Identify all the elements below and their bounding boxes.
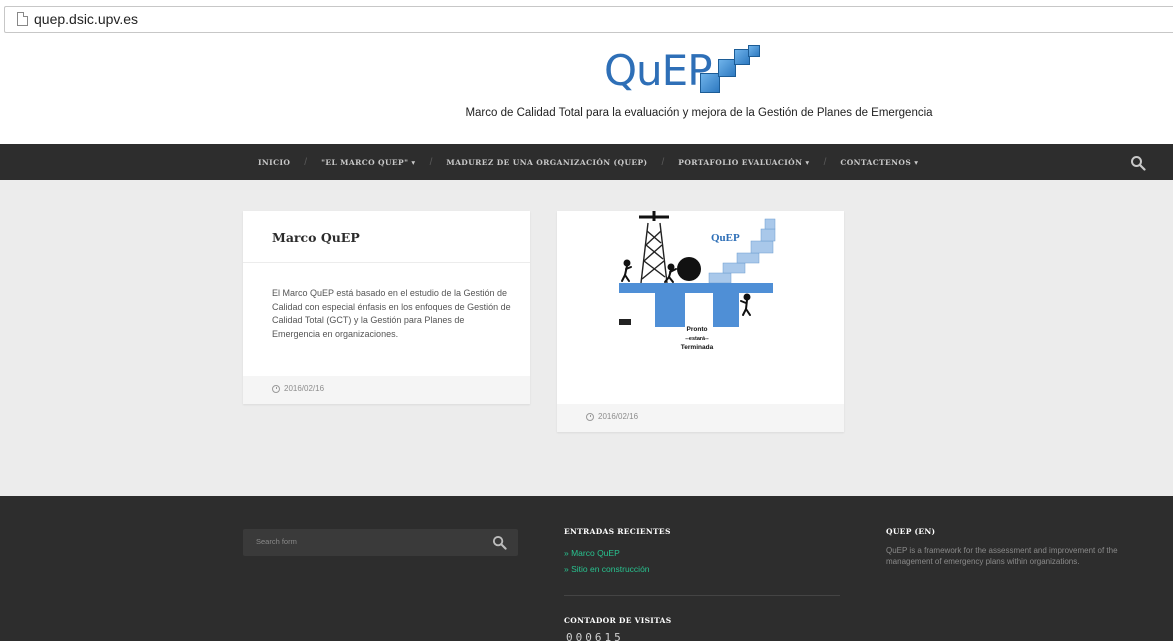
logo-text: QuEP [604,46,713,95]
illustration-logo-text: QuEP [711,232,740,244]
nav-item-inicio[interactable]: INICIO [258,158,290,167]
recent-posts-title: ENTRADAS RECIENTES [564,527,671,536]
nav-separator: / [661,156,665,168]
post-card: Marco QuEP El Marco QuEP está basado en … [243,211,530,404]
footer-search-input[interactable]: Search form [243,529,518,556]
post-featured-image[interactable]: QuEP Pronto --estará-- Terminada [615,211,785,371]
about-title: QUEP (EN) [886,527,936,536]
url-field[interactable]: quep.dsic.upv.es [4,6,1173,33]
card-footer: 2016/02/16 [557,404,844,432]
post-date-text: 2016/02/16 [284,384,325,393]
nav-menu: INICIO / "EL MARCO QUEP" ▾ / MADUREZ DE … [258,144,918,180]
visit-counter-title: CONTADOR DE VISITAS [564,616,672,625]
chevron-down-icon: ▾ [411,157,416,167]
nav-item-el-marco-quep[interactable]: "EL MARCO QUEP" ▾ [321,158,416,167]
browser-address-bar: quep.dsic.upv.es [0,0,1173,37]
about-text: QuEP is a framework for the assessment a… [886,546,1118,566]
url-text[interactable]: quep.dsic.upv.es [34,11,138,27]
clock-icon [272,384,280,393]
card-divider [243,262,530,263]
post-date: 2016/02/16 [272,384,324,393]
post-date-text: 2016/02/16 [598,412,639,421]
illustration-caption-3: Terminada [681,344,714,351]
nav-separator: / [304,156,308,168]
logo-cube-icon [748,45,760,57]
post-title[interactable]: Marco QuEP [272,230,360,245]
search-placeholder: Search form [256,537,297,546]
post-card: QuEP Pronto --estará-- Terminada 2016/02… [557,211,844,432]
clock-icon [586,412,594,421]
main-navbar: INICIO / "EL MARCO QUEP" ▾ / MADUREZ DE … [0,144,1173,180]
nav-item-contactenos[interactable]: CONTACTENOS ▾ [840,158,918,167]
recent-post-link[interactable]: » Marco QuEP [564,545,650,561]
site-footer: Search form ENTRADAS RECIENTES » Marco Q… [0,496,1173,641]
nav-item-portafolio[interactable]: PORTAFOLIO EVALUACIÓN ▾ [678,158,809,167]
nav-separator: / [429,156,433,168]
footer-divider [564,595,840,596]
recent-posts-list: » Marco QuEP » Sitio en construcción [564,545,650,577]
visit-counter: 000615 [566,631,624,641]
chevron-down-icon: ▾ [805,157,810,167]
illustration-caption-1: Pronto [687,326,708,333]
illustration-caption-2: --estará-- [685,336,709,342]
page-icon [17,12,28,26]
site-tagline: Marco de Calidad Total para la evaluació… [465,107,933,119]
search-icon[interactable] [492,535,507,550]
site-header: QuEP Marco de Calidad Total para la eval… [0,37,1173,144]
post-excerpt: El Marco QuEP está basado en el estudio … [272,288,511,339]
site-logo[interactable]: QuEP [604,45,804,105]
chevron-down-icon: ▾ [914,157,919,167]
recent-post-link[interactable]: » Sitio en construcción [564,561,650,577]
search-icon[interactable] [1130,155,1146,171]
nav-item-madurez[interactable]: MADUREZ DE UNA ORGANIZACIÓN (QUEP) [446,158,647,167]
card-footer: 2016/02/16 [243,376,530,404]
nav-separator: / [823,156,827,168]
logo-cube-icon [700,73,720,93]
post-date: 2016/02/16 [586,412,638,421]
